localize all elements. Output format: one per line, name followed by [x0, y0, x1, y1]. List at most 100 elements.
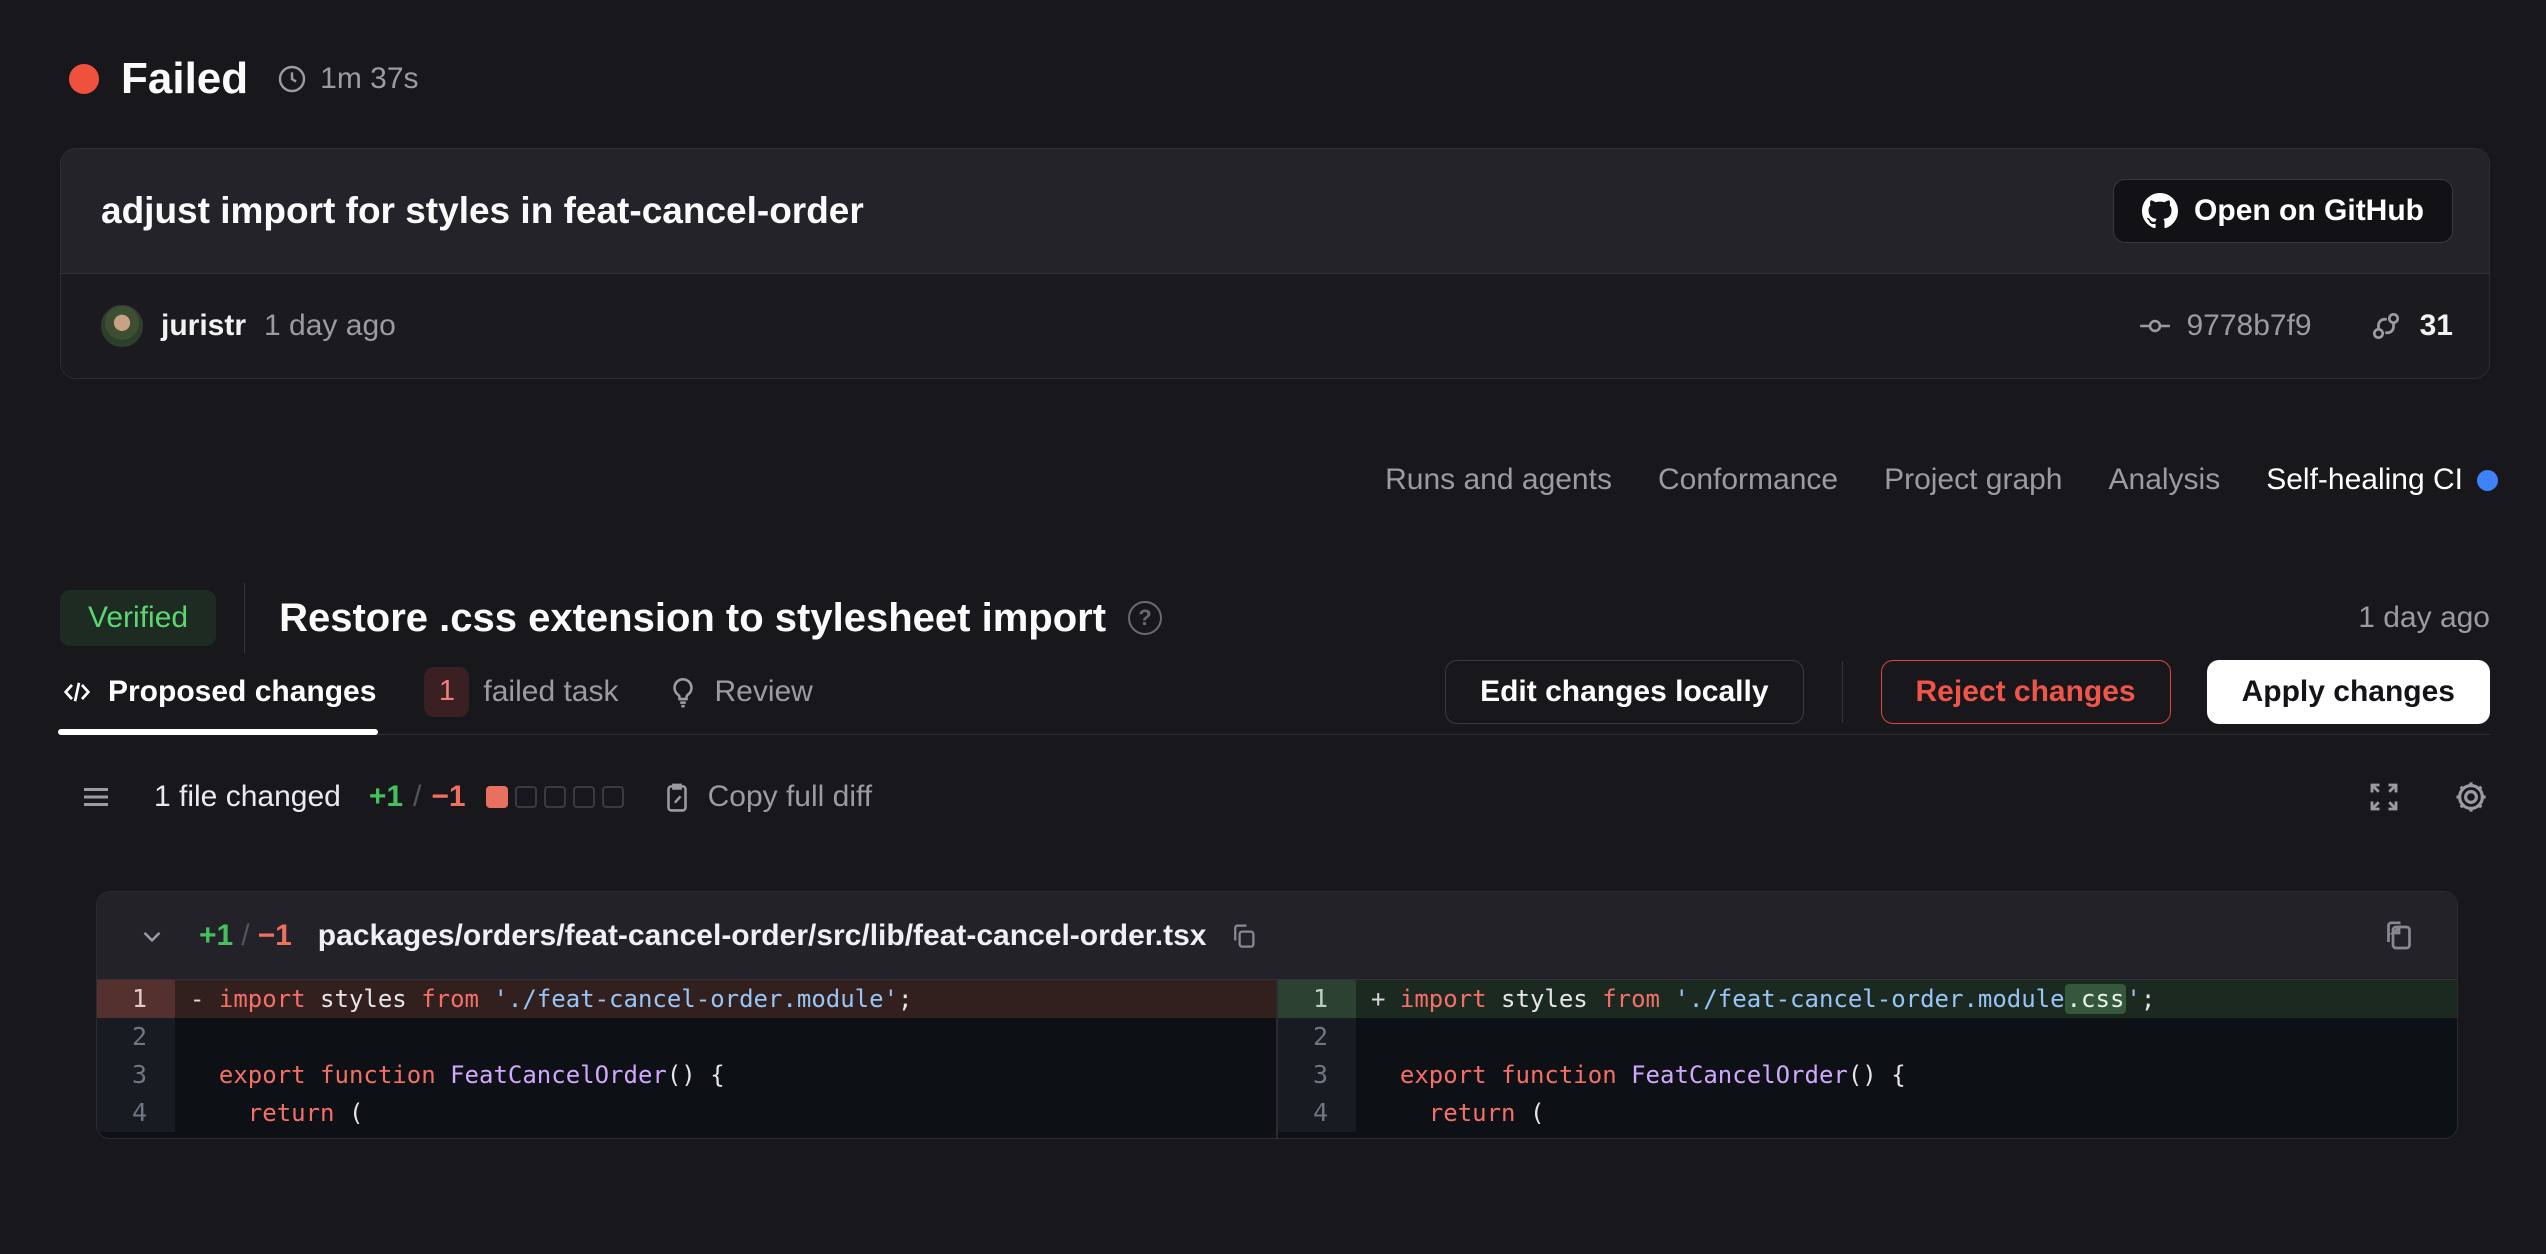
run-status-row: Failed 1m 37s [69, 54, 2546, 104]
code-content [175, 1018, 1276, 1056]
tab-proposed-changes[interactable]: Proposed changes [60, 649, 376, 734]
file-count-separator: / [241, 919, 249, 953]
lightbulb-icon [666, 675, 700, 709]
code-icon [60, 675, 94, 709]
top-nav: Runs and agents Conformance Project grap… [0, 455, 2498, 505]
diff-file-header: +1 / −1 packages/orders/feat-cancel-orde… [97, 892, 2457, 980]
commit-icon [2138, 309, 2172, 343]
code-content [1356, 1018, 2457, 1056]
diff-body: 1- import styles from './feat-cancel-ord… [97, 980, 2457, 1138]
tab-label: failed task [483, 675, 618, 709]
tab-label: Review [714, 675, 812, 709]
branch-count[interactable]: 31 [2420, 309, 2453, 343]
code-content: export function FeatCancelOrder() { [1356, 1056, 2457, 1094]
run-card-footer: juristr 1 day ago 9778b7f9 31 [61, 274, 2489, 378]
diff-line: 3 export function FeatCancelOrder() { [1278, 1056, 2457, 1094]
author-group: juristr 1 day ago [101, 305, 396, 347]
tabs: Proposed changes 1 failed task Review [60, 649, 813, 734]
line-number: 2 [97, 1018, 175, 1056]
fix-title: Restore .css extension to stylesheet imp… [279, 596, 1106, 641]
open-on-github-label: Open on GitHub [2194, 194, 2424, 228]
run-card-header: adjust import for styles in feat-cancel-… [61, 149, 2489, 274]
code-content: + import styles from './feat-cancel-orde… [1356, 980, 2457, 1018]
files-changed-label: 1 file changed [154, 780, 341, 814]
diff-toolbar: 1 file changed +1 / −1 Copy full diff [78, 769, 2490, 825]
diff-line: 4 return ( [97, 1094, 1276, 1132]
line-number: 4 [97, 1094, 175, 1132]
clipboard-icon [660, 780, 694, 814]
file-deletions: −1 [258, 919, 292, 953]
stat-block-empty [544, 786, 566, 808]
stat-block-filled [486, 786, 508, 808]
additions-count: +1 [369, 780, 403, 814]
diff-line: 2 [1278, 1018, 2457, 1056]
tab-label: Proposed changes [108, 675, 376, 709]
line-number: 1 [1278, 980, 1356, 1018]
apply-changes-button[interactable]: Apply changes [2207, 660, 2490, 724]
compare-branch-icon [2368, 308, 2404, 344]
chevron-down-icon[interactable] [137, 921, 167, 951]
stat-block-empty [515, 786, 537, 808]
diff-line: 4 return ( [1278, 1094, 2457, 1132]
line-number: 2 [1278, 1018, 1356, 1056]
nav-item-runs-and-agents[interactable]: Runs and agents [1385, 463, 1612, 497]
gear-icon[interactable] [2452, 778, 2490, 816]
diff-pane-old: 1- import styles from './feat-cancel-ord… [97, 980, 1276, 1138]
diff-line: 3 export function FeatCancelOrder() { [97, 1056, 1276, 1094]
author-name: juristr [161, 309, 246, 343]
code-content: return ( [1356, 1094, 2457, 1132]
github-icon [2142, 193, 2178, 229]
reject-changes-button[interactable]: Reject changes [1881, 660, 2171, 724]
commit-meta-group: 9778b7f9 31 [2138, 308, 2453, 344]
file-additions: +1 [199, 919, 233, 953]
diff-toolbar-right [2366, 778, 2490, 816]
diff-line: 2 [97, 1018, 1276, 1056]
nav-item-self-healing-ci[interactable]: Self-healing CI [2266, 463, 2498, 497]
file-path: packages/orders/feat-cancel-order/src/li… [318, 919, 1207, 953]
copy-icon[interactable] [1229, 921, 1259, 951]
status-failed-dot [69, 64, 99, 94]
hamburger-icon[interactable] [78, 779, 114, 815]
failed-count-badge: 1 [424, 667, 469, 717]
copy-full-diff-button[interactable]: Copy full diff [660, 780, 873, 814]
status-label: Failed [121, 54, 248, 104]
code-content: export function FeatCancelOrder() { [175, 1056, 1276, 1094]
verified-badge: Verified [60, 590, 216, 646]
run-card: adjust import for styles in feat-cancel-… [60, 148, 2490, 379]
diff-line: 1+ import styles from './feat-cancel-ord… [1278, 980, 2457, 1018]
commit-time: 1 day ago [264, 309, 396, 343]
line-number: 1 [97, 980, 175, 1018]
action-buttons: Edit changes locally Reject changes Appl… [1445, 660, 2490, 724]
expand-icon[interactable] [2366, 779, 2402, 815]
code-content: return ( [175, 1094, 1276, 1132]
deletions-count: −1 [431, 780, 465, 814]
nav-item-project-graph[interactable]: Project graph [1884, 463, 2062, 497]
help-icon[interactable]: ? [1128, 601, 1162, 635]
tabs-row: Proposed changes 1 failed task Review Ed… [60, 649, 2490, 735]
run-title: adjust import for styles in feat-cancel-… [101, 190, 864, 232]
code-content: - import styles from './feat-cancel-orde… [175, 980, 1276, 1018]
copy-file-icon[interactable] [2381, 918, 2417, 954]
line-number: 3 [97, 1056, 175, 1094]
diff-line: 1- import styles from './feat-cancel-ord… [97, 980, 1276, 1018]
tab-review[interactable]: Review [666, 649, 812, 734]
commit-hash[interactable]: 9778b7f9 [2186, 309, 2311, 343]
stat-block-empty [602, 786, 624, 808]
nav-item-conformance[interactable]: Conformance [1658, 463, 1838, 497]
stat-block-empty [573, 786, 595, 808]
edit-changes-locally-button[interactable]: Edit changes locally [1445, 660, 1803, 724]
line-number: 3 [1278, 1056, 1356, 1094]
diff-pane-new: 1+ import styles from './feat-cancel-ord… [1278, 980, 2457, 1138]
copy-full-diff-label: Copy full diff [708, 780, 873, 814]
tab-failed-task[interactable]: 1 failed task [424, 649, 618, 734]
fix-section-header: Verified Restore .css extension to style… [60, 587, 2490, 649]
diff-stat-blocks [486, 786, 624, 808]
diff-file-card: +1 / −1 packages/orders/feat-cancel-orde… [96, 891, 2458, 1139]
divider [244, 583, 245, 653]
divider [1842, 661, 1843, 723]
notification-dot [2477, 470, 2498, 491]
open-on-github-button[interactable]: Open on GitHub [2113, 179, 2453, 243]
clock-icon [276, 63, 308, 95]
fix-time: 1 day ago [2358, 601, 2490, 635]
nav-item-analysis[interactable]: Analysis [2109, 463, 2221, 497]
